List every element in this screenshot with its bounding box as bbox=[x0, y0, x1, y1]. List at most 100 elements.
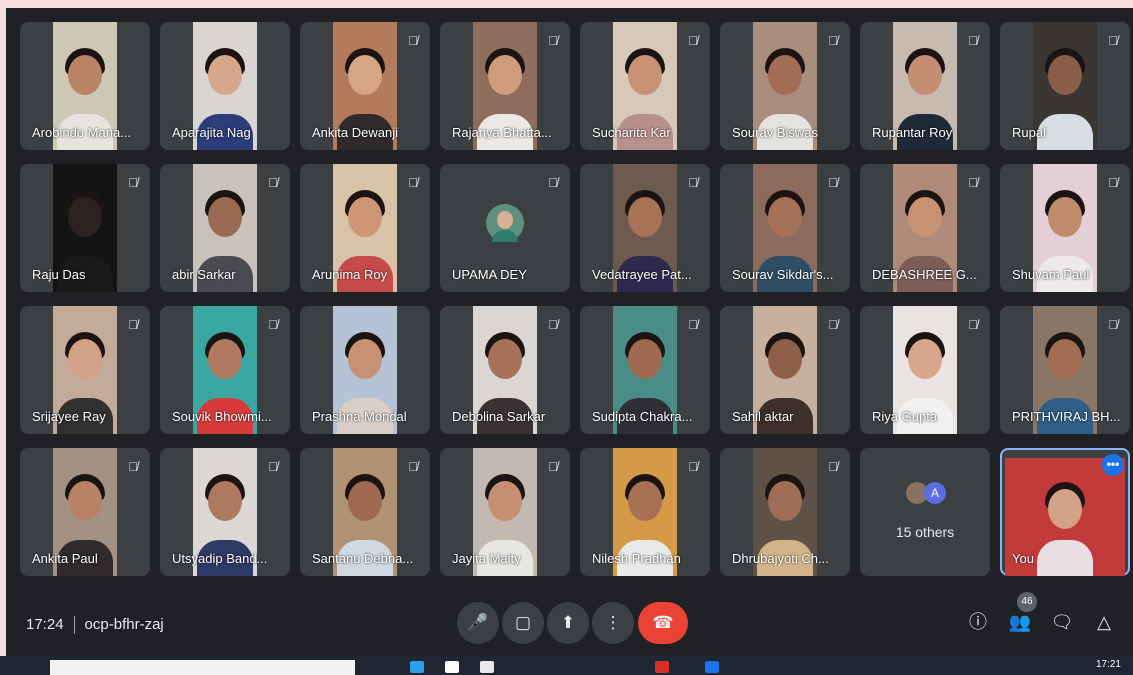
self-video-tile[interactable]: ••• You bbox=[1000, 448, 1130, 576]
participant-tile[interactable]: 🎙̸ Souvik Bhowmi... bbox=[160, 306, 290, 434]
participant-tile[interactable]: 🎙̸ DEBASHREE G... bbox=[860, 164, 990, 292]
participant-tile[interactable]: 🎙̸ Nilesh Pradhan bbox=[580, 448, 710, 576]
participant-name: Rupantar Roy bbox=[872, 125, 953, 140]
tile-more-options-button[interactable]: ••• bbox=[1102, 454, 1124, 476]
participant-tile[interactable]: 🎙̸ UPAMA DEY bbox=[440, 164, 570, 292]
person-face bbox=[68, 481, 102, 522]
participant-tile[interactable]: 🎙̸ Santanu Debna... bbox=[300, 448, 430, 576]
mic-muted-icon: 🎙̸ bbox=[688, 459, 698, 474]
avatar bbox=[486, 204, 524, 242]
participant-tile[interactable]: 🎙̸ Shuvam Paul bbox=[1000, 164, 1130, 292]
mic-muted-icon: 🎙̸ bbox=[828, 317, 838, 332]
participant-tile[interactable]: 🎙̸ Srijayee Ray bbox=[20, 306, 150, 434]
person-face bbox=[908, 55, 942, 96]
participant-name: Sourav Biswas bbox=[732, 125, 818, 140]
microphone-button[interactable]: 🎤 bbox=[457, 602, 499, 644]
participant-name: Dhrubajyoti Ch... bbox=[732, 551, 829, 566]
person-face bbox=[348, 55, 382, 96]
participant-tile[interactable]: 🎙̸ Ankita Paul bbox=[20, 448, 150, 576]
meeting-info-button[interactable]: ⓘ bbox=[960, 604, 996, 640]
participant-tile[interactable]: 🎙̸ Rupal bbox=[1000, 22, 1130, 150]
participant-tile[interactable]: 🎙̸ Arunima Roy bbox=[300, 164, 430, 292]
camera-button[interactable]: ▢ bbox=[502, 602, 544, 644]
participant-name: Nilesh Pradhan bbox=[592, 551, 681, 566]
mic-muted-icon: 🎙̸ bbox=[548, 317, 558, 332]
taskbar-search-box[interactable] bbox=[50, 660, 355, 675]
participant-tile[interactable]: 🎙̸ Debolina Sarkar bbox=[440, 306, 570, 434]
chat-button[interactable]: 🗨 bbox=[1044, 604, 1080, 640]
others-tile[interactable]: A 15 others bbox=[860, 448, 990, 576]
participant-name: Sourav Sikdar's... bbox=[732, 267, 834, 282]
person-face bbox=[208, 197, 242, 238]
person-face bbox=[68, 197, 102, 238]
mic-muted-icon: 🎙̸ bbox=[548, 33, 558, 48]
participant-tile[interactable]: 🎙̸ Jayita Maity bbox=[440, 448, 570, 576]
os-taskbar: 17:21 bbox=[0, 656, 1133, 675]
mic-muted-icon: 🎙̸ bbox=[688, 317, 698, 332]
mic-muted-icon: 🎙̸ bbox=[128, 459, 138, 474]
participant-name: Prashna Mondal bbox=[312, 409, 407, 424]
participant-name: Ankita Paul bbox=[32, 551, 98, 566]
participant-tile[interactable]: 🎙̸ Sucharita Kar bbox=[580, 22, 710, 150]
people-icon: 👥 bbox=[1008, 612, 1032, 632]
mic-muted-icon: 🎙̸ bbox=[128, 317, 138, 332]
participant-tile[interactable]: 🎙̸ abir Sarkar bbox=[160, 164, 290, 292]
avatar-head bbox=[497, 211, 513, 229]
taskbar-app-icon[interactable] bbox=[480, 661, 494, 673]
mic-muted-icon: 🎙̸ bbox=[968, 175, 978, 190]
more-options-button[interactable]: ⋮ bbox=[592, 602, 634, 644]
taskbar-app-icon[interactable] bbox=[705, 661, 719, 673]
person-face bbox=[208, 481, 242, 522]
participant-tile[interactable]: 🎙̸ Rupantar Roy bbox=[860, 22, 990, 150]
participant-name: Rupal bbox=[1012, 125, 1046, 140]
meet-window: Arobindo Mana... Aparajita Nag 🎙̸ Ankita De… bbox=[6, 8, 1133, 675]
participant-tile[interactable]: 🎙̸ Sudipta Chakra... bbox=[580, 306, 710, 434]
participant-name: Arobindo Mana... bbox=[32, 125, 132, 140]
person-face bbox=[488, 339, 522, 380]
mic-muted-icon: 🎙̸ bbox=[548, 459, 558, 474]
participant-tile[interactable]: 🎙̸ Rajanya Bhatta... bbox=[440, 22, 570, 150]
participant-name: Ankita Dewanji bbox=[312, 125, 398, 140]
participant-tile[interactable]: 🎙̸ Sourav Sikdar's... bbox=[720, 164, 850, 292]
person-face bbox=[68, 55, 102, 96]
mic-muted-icon: 🎙̸ bbox=[1108, 317, 1118, 332]
participant-tile[interactable]: Aparajita Nag bbox=[160, 22, 290, 150]
participant-tile[interactable]: 🎙̸ Utsyadip Band... bbox=[160, 448, 290, 576]
taskbar-app-icon[interactable] bbox=[410, 661, 424, 673]
participant-tile[interactable]: Arobindo Mana... bbox=[20, 22, 150, 150]
bottom-control-bar: 17:24 ocp-bfhr-zaj 🎤 ▢ ⬆ ⋮ ☎ ⓘ 👥 46 🗨 △ bbox=[6, 590, 1133, 662]
person-face bbox=[348, 197, 382, 238]
taskbar-app-icon[interactable] bbox=[445, 661, 459, 673]
participant-tile[interactable]: 🎙̸ Sahil aktar bbox=[720, 306, 850, 434]
participant-tile[interactable]: 🎙̸ Riya Gupta bbox=[860, 306, 990, 434]
mic-icon: 🎤 bbox=[467, 613, 489, 632]
mic-muted-icon: 🎙̸ bbox=[828, 175, 838, 190]
participant-tile[interactable]: 🎙̸ Sourav Biswas bbox=[720, 22, 850, 150]
participant-name: Vedatrayee Pat... bbox=[592, 267, 692, 282]
participant-tile[interactable]: 🎙̸ Raju Das bbox=[20, 164, 150, 292]
participant-tile[interactable]: 🎙̸ Vedatrayee Pat... bbox=[580, 164, 710, 292]
meeting-time: 17:24 bbox=[26, 616, 64, 633]
person-face bbox=[208, 55, 242, 96]
mic-muted-icon: 🎙̸ bbox=[828, 33, 838, 48]
mic-muted-icon: 🎙̸ bbox=[1108, 33, 1118, 48]
participant-tile[interactable]: Prashna Mondal bbox=[300, 306, 430, 434]
participant-name: Santanu Debna... bbox=[312, 551, 414, 566]
participant-name: Arunima Roy bbox=[312, 267, 388, 282]
participant-tile[interactable]: 🎙̸ Ankita Dewanji bbox=[300, 22, 430, 150]
people-button[interactable]: 👥 46 bbox=[1002, 592, 1038, 640]
person-face bbox=[348, 339, 382, 380]
taskbar-app-icon[interactable] bbox=[655, 661, 669, 673]
mic-muted-icon: 🎙̸ bbox=[128, 175, 138, 190]
person-face bbox=[488, 481, 522, 522]
separator bbox=[73, 616, 75, 635]
person-face bbox=[1048, 197, 1082, 238]
participant-count-badge: 46 bbox=[1017, 592, 1037, 612]
participant-name: Sudipta Chakra... bbox=[592, 409, 693, 424]
participant-tile[interactable]: 🎙̸ Dhrubajyoti Ch... bbox=[720, 448, 850, 576]
activities-button[interactable]: △ bbox=[1086, 604, 1122, 640]
participant-name: Sahil aktar bbox=[732, 409, 794, 424]
present-button[interactable]: ⬆ bbox=[547, 602, 589, 644]
hang-up-button[interactable]: ☎ bbox=[638, 602, 688, 644]
participant-tile[interactable]: 🎙̸ PRITHVIRAJ BH... bbox=[1000, 306, 1130, 434]
